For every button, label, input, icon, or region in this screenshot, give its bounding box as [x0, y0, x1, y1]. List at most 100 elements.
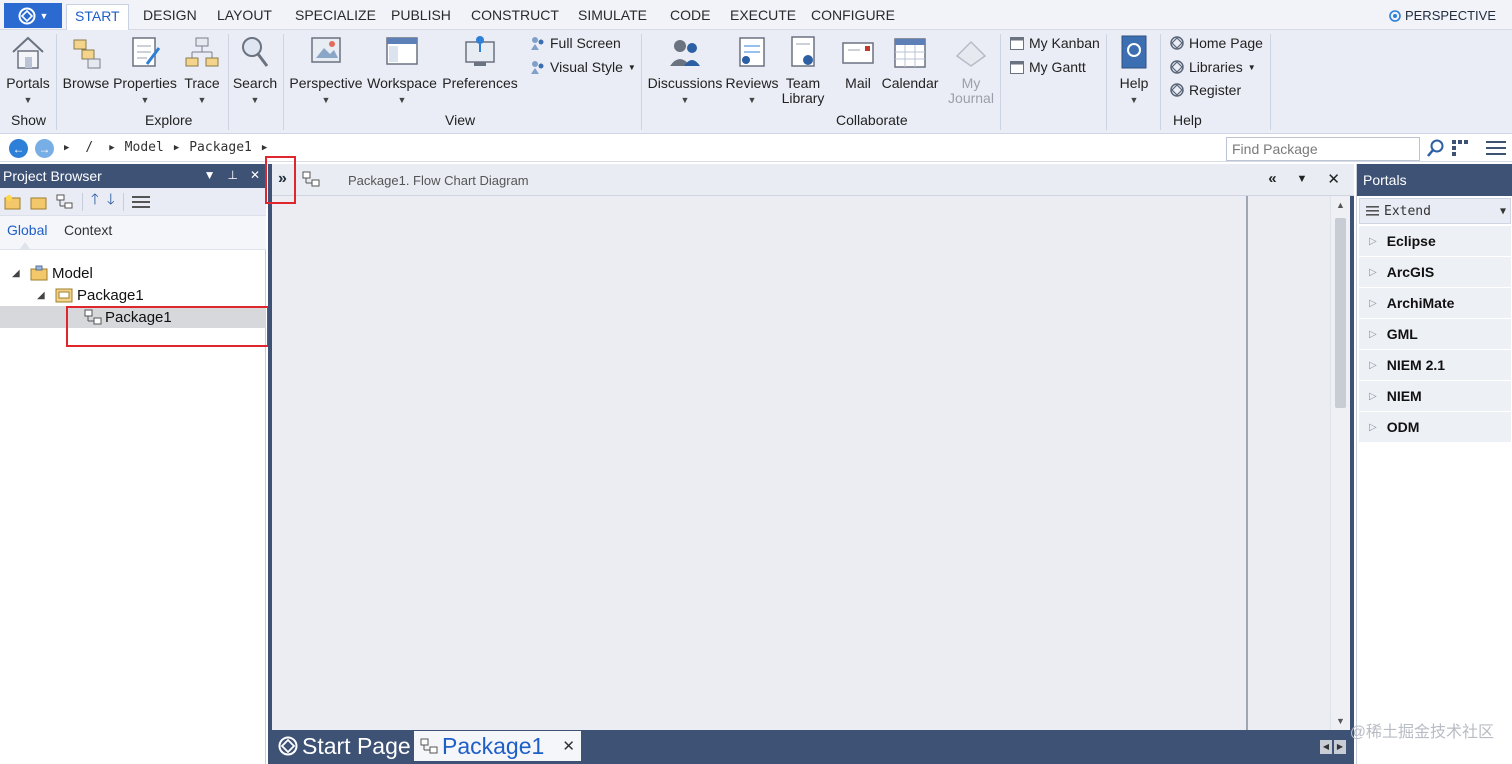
breadcrumb-arrow-icon[interactable]: ▶ [64, 143, 69, 153]
new-diagram-icon[interactable] [56, 194, 74, 210]
scrollbar-thumb[interactable] [1335, 218, 1346, 408]
scroll-right-icon[interactable]: ▶ [1334, 740, 1346, 754]
full-screen-button[interactable]: Full Screen [530, 35, 621, 51]
breadcrumb-package[interactable]: Package1 [189, 140, 252, 155]
breadcrumb-model[interactable]: Model [125, 140, 164, 155]
scroll-down-icon[interactable]: ▼ [1336, 716, 1345, 726]
eye-icon [1389, 9, 1401, 22]
scroll-left-icon[interactable]: ◀ [1320, 740, 1332, 754]
search-button[interactable]: Search ▼ [232, 34, 278, 108]
app-logo-icon [18, 7, 36, 24]
breadcrumb-arrow-icon[interactable]: ▶ [109, 143, 114, 153]
move-down-icon[interactable]: 🡓 [107, 189, 115, 214]
tree-item-package[interactable]: ◢ Package1 [0, 284, 266, 306]
vertical-scrollbar[interactable]: ▲ ▼ [1330, 196, 1350, 730]
portals-dropdown[interactable]: Extend ▼ [1359, 198, 1511, 224]
libraries-button[interactable]: Libraries ▼ [1170, 59, 1256, 75]
workspace-button[interactable]: Workspace ▼ [366, 34, 438, 108]
perspective-ribbon-button[interactable]: Perspective ▼ [288, 34, 364, 108]
dropdown-icon[interactable]: ▼ [204, 168, 216, 182]
visual-style-button[interactable]: Visual Style ▼ [530, 59, 636, 75]
discussions-button[interactable]: Discussions ▼ [646, 34, 724, 108]
tab-execute[interactable]: EXECUTE [722, 4, 804, 28]
collapse-right-icon[interactable]: « [1268, 170, 1276, 188]
tab-specialize[interactable]: SPECIALIZE [287, 4, 384, 28]
ribbon-divider [1000, 34, 1001, 130]
home-page-button[interactable]: Home Page [1170, 35, 1263, 51]
tab-configure[interactable]: CONFIGURE [803, 4, 903, 28]
my-gantt-button[interactable]: My Gantt [1010, 59, 1086, 75]
browse-icon [73, 39, 101, 69]
expand-icon: ▷ [1369, 266, 1377, 278]
full-screen-icon [531, 36, 544, 50]
collapse-icon[interactable]: ◢ [37, 290, 49, 301]
close-icon[interactable]: ✕ [250, 168, 260, 182]
mail-button[interactable]: Mail [836, 34, 880, 91]
diagram-canvas[interactable] [272, 196, 1330, 730]
portal-item-archimate[interactable]: ▷ ArchiMate [1359, 288, 1511, 318]
hamburger-menu-button[interactable] [1486, 141, 1506, 158]
tab-construct[interactable]: CONSTRUCT [463, 4, 567, 28]
portals-button[interactable]: Portals ▼ [6, 34, 50, 108]
view-options-button[interactable] [1452, 140, 1472, 159]
portal-item-niem[interactable]: ▷ NIEM [1359, 381, 1511, 411]
my-journal-button[interactable]: My Journal [946, 34, 996, 106]
tab-design[interactable]: DESIGN [135, 4, 205, 28]
calendar-button[interactable]: Calendar [880, 34, 940, 91]
tab-context[interactable]: Context [64, 222, 112, 238]
ribbon-divider [56, 34, 57, 130]
portal-item-niem-2-1[interactable]: ▷ NIEM 2.1 [1359, 350, 1511, 380]
tab-simulate[interactable]: SIMULATE [570, 4, 655, 28]
chevron-down-icon: ▼ [747, 95, 757, 105]
tree-item-label: Model [52, 264, 93, 282]
close-icon[interactable]: ✕ [562, 737, 575, 755]
browse-button[interactable]: Browse [62, 34, 110, 91]
tab-publish[interactable]: PUBLISH [383, 4, 459, 28]
team-library-button[interactable]: Team Library [780, 34, 826, 106]
trace-button[interactable]: Trace ▼ [182, 34, 222, 108]
tree-item-label: Package1 [77, 286, 144, 304]
breadcrumb-root[interactable]: / [85, 140, 93, 155]
tab-code[interactable]: CODE [662, 4, 718, 28]
tab-package1[interactable]: Package1 ✕ [414, 731, 581, 761]
tab-layout[interactable]: LAYOUT [209, 4, 280, 28]
chevron-down-icon: ▼ [1129, 95, 1139, 105]
new-model-icon[interactable] [4, 194, 22, 210]
pin-icon[interactable]: ⊥ [227, 168, 237, 182]
team-library-icon [791, 36, 815, 67]
new-package-icon[interactable] [30, 194, 48, 210]
move-up-icon[interactable]: 🡑 [91, 189, 99, 214]
tab-start[interactable]: START [66, 4, 129, 30]
scroll-up-icon[interactable]: ▲ [1336, 200, 1345, 210]
properties-button[interactable]: Properties ▼ [112, 34, 178, 108]
breadcrumb-arrow-icon[interactable]: ▶ [262, 143, 267, 153]
close-icon[interactable]: ✕ [1327, 170, 1340, 188]
perspective-button[interactable]: PERSPECTIVE [1389, 8, 1496, 23]
back-button[interactable]: ← [9, 139, 28, 158]
tree-item-model[interactable]: ◢ Model [0, 262, 266, 284]
portal-item-arcgis[interactable]: ▷ ArcGIS [1359, 257, 1511, 287]
help-button[interactable]: Help ▼ [1114, 34, 1154, 108]
register-label: Register [1189, 82, 1242, 98]
watermark: @稀土掘金技术社区 [1349, 724, 1494, 741]
arrow-left-icon: ← [12, 141, 25, 156]
tab-start-page[interactable]: Start Page [272, 731, 417, 761]
register-button[interactable]: Register [1170, 82, 1241, 98]
forward-button[interactable]: → [35, 139, 54, 158]
my-kanban-button[interactable]: My Kanban [1010, 35, 1100, 51]
find-package-input[interactable] [1226, 137, 1420, 161]
find-button[interactable] [1426, 138, 1446, 161]
collapse-icon[interactable]: ◢ [12, 268, 24, 279]
reviews-button[interactable]: Reviews ▼ [724, 34, 780, 108]
portal-item-odm[interactable]: ▷ ODM [1359, 412, 1511, 442]
app-menu-button[interactable]: ▼ [4, 3, 62, 28]
dropdown-icon[interactable]: ▼ [1297, 170, 1308, 188]
portal-item-gml[interactable]: ▷ GML [1359, 319, 1511, 349]
breadcrumb-arrow-icon[interactable]: ▶ [174, 143, 179, 153]
portal-item-label: GML [1386, 326, 1418, 342]
tab-global[interactable]: Global [7, 222, 47, 238]
menu-list-icon[interactable] [131, 195, 154, 208]
breadcrumb: ▶ / ▶ Model ▶ Package1 ▶ [64, 140, 267, 155]
preferences-button[interactable]: Preferences [442, 34, 518, 91]
portal-item-eclipse[interactable]: ▷ Eclipse [1359, 226, 1511, 256]
